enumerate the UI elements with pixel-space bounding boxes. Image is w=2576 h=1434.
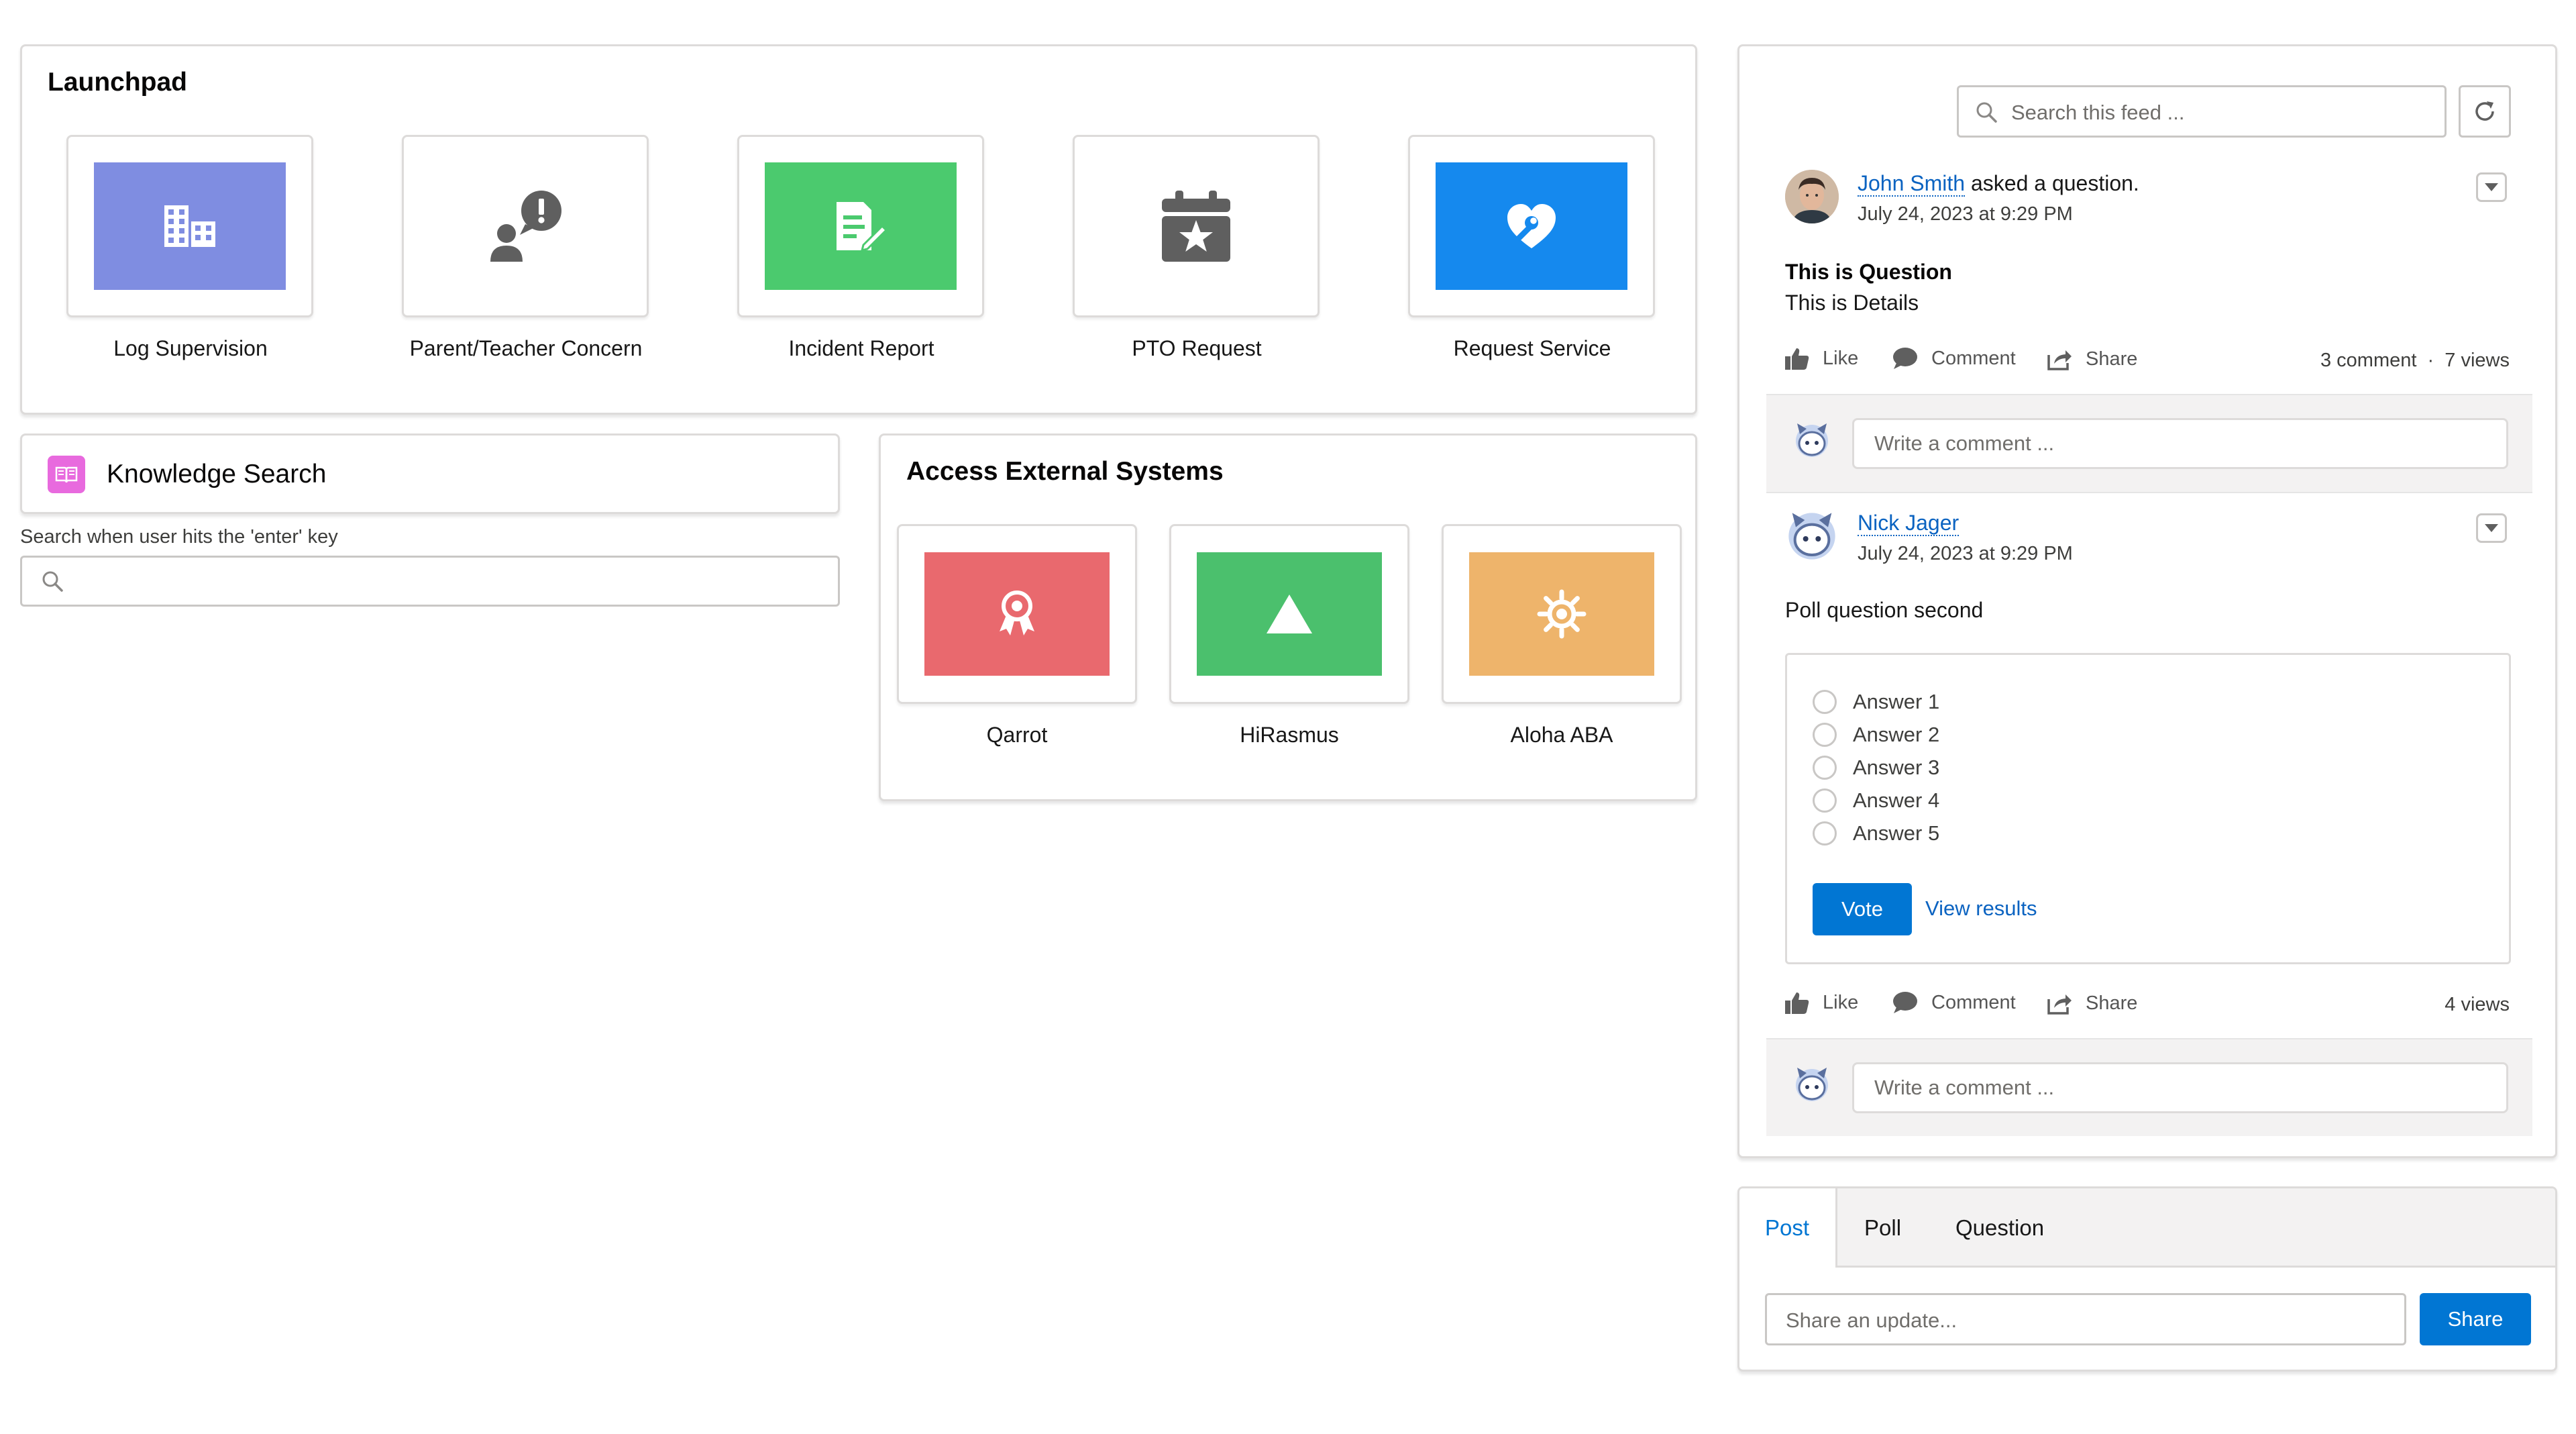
- tile-qarrot[interactable]: Qarrot: [897, 524, 1137, 748]
- knowledge-title: Knowledge Search: [107, 460, 327, 489]
- poll-option[interactable]: Answer 2: [1813, 723, 1939, 747]
- knowledge-icon: [48, 456, 85, 493]
- comment-icon: [1893, 348, 1917, 369]
- triangle-icon: [1267, 595, 1312, 633]
- award-icon: [1000, 591, 1034, 635]
- feed-search-placeholder: Search this feed ...: [2011, 101, 2185, 124]
- share-icon: [2047, 994, 2072, 1015]
- feed-search-input[interactable]: Search this feed ...: [1957, 85, 2447, 138]
- author-link[interactable]: John Smith: [1858, 171, 1966, 197]
- refresh-icon: [2475, 101, 2494, 121]
- search-icon: [1976, 102, 1997, 123]
- chevron-down-icon: [2485, 183, 2498, 191]
- post-header: Nick Jager: [1858, 511, 1960, 536]
- tab-poll[interactable]: Poll: [1864, 1215, 1901, 1241]
- launchpad-card: Launchpad Log Supervision Parent/Teacher…: [20, 44, 1697, 415]
- share-update-input[interactable]: Share an update...: [1765, 1293, 2406, 1345]
- comment-bar: Write a comment ...: [1766, 1038, 2532, 1136]
- publisher-card: Post Poll Question Share an update... Sh…: [1737, 1186, 2557, 1372]
- tile-parent-teacher-concern[interactable]: Parent/Teacher Concern: [402, 135, 650, 361]
- post-action-text: asked a question.: [1970, 171, 2139, 195]
- comment-button[interactable]: Comment: [1892, 991, 2016, 1014]
- user-avatar: [1793, 421, 1831, 464]
- comment-bar: Write a comment ...: [1766, 394, 2532, 493]
- comment-input[interactable]: Write a comment ...: [1852, 418, 2508, 469]
- tile-label: Aloha ABA: [1510, 723, 1613, 747]
- author-avatar[interactable]: [1785, 170, 1839, 223]
- poll-option[interactable]: Answer 3: [1813, 756, 1939, 780]
- post-header: John Smith asked a question.: [1858, 171, 2139, 197]
- radio-button[interactable]: [1813, 690, 1837, 714]
- comment-button[interactable]: Comment: [1892, 347, 2016, 370]
- tile-incident-report[interactable]: Incident Report: [737, 135, 985, 361]
- post-stats: 3 comment · 7 views: [2320, 350, 2510, 371]
- publisher-tabbar: Post Poll Question: [1739, 1188, 2555, 1268]
- comment-input[interactable]: Write a comment ...: [1852, 1062, 2508, 1113]
- tile-request-service[interactable]: Request Service: [1408, 135, 1656, 361]
- question-details: This is Details: [1785, 291, 1919, 315]
- tile-label: PTO Request: [1132, 336, 1262, 360]
- tile-aloha-aba[interactable]: Aloha ABA: [1442, 524, 1682, 748]
- feed-card: Search this feed ... John Smith asked a …: [1737, 44, 2557, 1158]
- knowledge-hint: Search when user hits the 'enter' key: [20, 526, 338, 548]
- radio-button[interactable]: [1813, 788, 1837, 813]
- comment-icon: [1893, 992, 1917, 1013]
- knowledge-search-input[interactable]: [20, 556, 840, 607]
- external-systems-card: Access External Systems Qarrot HiRasmus: [879, 433, 1697, 801]
- poll-question: Poll question second: [1785, 598, 1984, 622]
- heart-wrench-icon: [1507, 204, 1556, 248]
- post-menu-button[interactable]: [2476, 172, 2507, 202]
- view-results-link[interactable]: View results: [1925, 897, 2037, 921]
- knowledge-search-card: Knowledge Search: [20, 433, 840, 514]
- tile-label: Incident Report: [788, 336, 934, 360]
- radio-button[interactable]: [1813, 723, 1837, 747]
- calendar-star-icon: [1162, 191, 1230, 262]
- poll-option[interactable]: Answer 4: [1813, 788, 1939, 813]
- radio-button[interactable]: [1813, 756, 1837, 780]
- like-icon: [1785, 992, 1809, 1014]
- share-button[interactable]: Share: [2047, 991, 2137, 1015]
- poll-box: Answer 1 Answer 2 Answer 3 Answer 4 Answ…: [1785, 653, 2511, 964]
- share-icon: [2047, 350, 2072, 370]
- user-avatar: [1793, 1065, 1831, 1109]
- sun-gear-icon: [1537, 589, 1587, 639]
- like-icon: [1785, 348, 1809, 370]
- post-menu-button[interactable]: [2476, 513, 2507, 543]
- launchpad-title: Launchpad: [48, 68, 188, 97]
- building-icon: [164, 205, 215, 247]
- vote-button[interactable]: Vote: [1813, 883, 1912, 935]
- tile-label: Request Service: [1453, 336, 1611, 360]
- search-icon: [42, 571, 63, 592]
- author-avatar[interactable]: [1785, 509, 1839, 563]
- external-title: Access External Systems: [906, 457, 1224, 486]
- post-stats: 4 views: [2445, 994, 2510, 1015]
- author-link[interactable]: Nick Jager: [1858, 511, 1960, 536]
- tile-hirasmus[interactable]: HiRasmus: [1169, 524, 1409, 748]
- radio-button[interactable]: [1813, 821, 1837, 846]
- chevron-down-icon: [2485, 524, 2498, 532]
- tile-label: HiRasmus: [1240, 723, 1339, 747]
- tab-post[interactable]: Post: [1739, 1188, 1837, 1268]
- like-button[interactable]: Like: [1785, 991, 1858, 1014]
- share-button[interactable]: Share: [2420, 1293, 2531, 1345]
- post-timestamp[interactable]: July 24, 2023 at 9:29 PM: [1858, 543, 2073, 565]
- tile-log-supervision[interactable]: Log Supervision: [66, 135, 315, 361]
- tile-label: Parent/Teacher Concern: [409, 336, 643, 360]
- share-button[interactable]: Share: [2047, 347, 2137, 371]
- poll-option[interactable]: Answer 1: [1813, 690, 1939, 714]
- like-button[interactable]: Like: [1785, 347, 1858, 370]
- tile-label: Qarrot: [986, 723, 1048, 747]
- document-edit-icon: [837, 202, 888, 252]
- tab-question[interactable]: Question: [1955, 1215, 2044, 1241]
- question-title: This is Question: [1785, 260, 1952, 284]
- tile-pto-request[interactable]: PTO Request: [1073, 135, 1321, 361]
- refresh-button[interactable]: [2459, 85, 2511, 138]
- user-alert-icon: [490, 191, 561, 262]
- poll-option[interactable]: Answer 5: [1813, 821, 1939, 846]
- tile-label: Log Supervision: [113, 336, 268, 360]
- post-timestamp[interactable]: July 24, 2023 at 9:29 PM: [1858, 203, 2073, 225]
